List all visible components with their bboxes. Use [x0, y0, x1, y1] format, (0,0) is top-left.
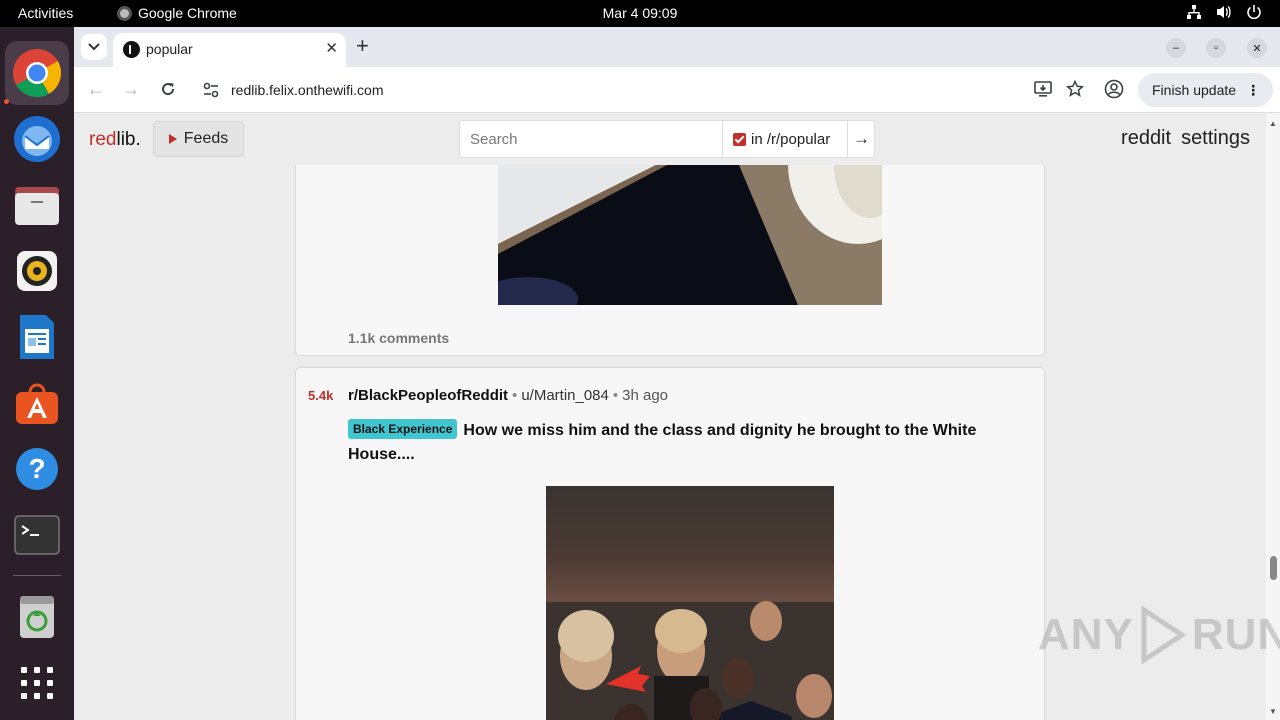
terminal-icon[interactable] — [5, 503, 69, 567]
rhythmbox-icon[interactable] — [5, 239, 69, 303]
logo-red-part: red — [89, 129, 117, 150]
profile-icon[interactable] — [1104, 79, 1124, 99]
thunderbird-icon[interactable] — [5, 107, 69, 171]
help-icon[interactable]: ? — [5, 437, 69, 501]
post-title-row: Black Experience How we miss him and the … — [348, 419, 1018, 467]
search-scope-label: in /r/popular — [751, 130, 831, 148]
tab-strip: popular ✕ + – ▫ ✕ — [74, 27, 1280, 67]
nav-links: reddit settings — [1121, 127, 1250, 150]
speaker-icon — [17, 251, 57, 291]
search-submit-button[interactable]: → — [847, 121, 875, 157]
running-indicator — [4, 99, 9, 104]
play-triangle-icon — [168, 134, 177, 144]
app-name: Google Chrome — [138, 5, 237, 21]
tab-title: popular — [146, 41, 193, 57]
bookmark-star-icon[interactable] — [1066, 80, 1084, 98]
scrollbar-thumb[interactable] — [1270, 556, 1277, 580]
dock: ? — [0, 27, 74, 720]
svg-text:?: ? — [28, 453, 45, 484]
finish-update-label: Finish update — [1152, 82, 1237, 98]
site-info-icon[interactable] — [202, 81, 220, 99]
volume-icon — [1217, 5, 1231, 19]
recycle-bin-icon — [20, 596, 54, 638]
post-card: 5.4k r/BlackPeopleofReddit • u/Martin_084 •… — [295, 367, 1045, 720]
maximize-button[interactable]: ▫ — [1206, 38, 1226, 58]
feeds-label: Feeds — [183, 130, 229, 147]
browser-toolbar: ← → redlib.felix.onthewifi.com Finish up… — [74, 67, 1280, 113]
app-center-icon[interactable] — [5, 371, 69, 435]
power-icon — [1247, 5, 1261, 20]
thunderbird-logo-icon — [14, 116, 60, 162]
post-time: 3h ago — [622, 387, 669, 404]
chrome-logo-icon — [13, 49, 62, 98]
comments-link[interactable]: 1.1k comments — [348, 330, 449, 346]
back-button[interactable]: ← — [84, 77, 108, 101]
minimize-button[interactable]: – — [1166, 38, 1186, 58]
anyrun-watermark: ANY RUN — [1038, 606, 1280, 664]
system-tray[interactable] — [1186, 4, 1262, 20]
app-menu[interactable]: Google Chrome — [117, 5, 237, 21]
watermark-right: RUN — [1191, 610, 1280, 659]
app-grid-icon[interactable] — [5, 651, 69, 715]
forward-button[interactable]: → — [119, 77, 143, 101]
scroll-up-arrow-icon[interactable]: ▲ — [1269, 119, 1277, 128]
system-top-bar: Activities Google Chrome Mar 4 09:09 — [0, 0, 1280, 27]
omnibox-actions — [1034, 80, 1084, 98]
reload-button[interactable] — [156, 77, 180, 101]
feeds-button[interactable]: Feeds — [153, 121, 244, 157]
logo-black-part: lib. — [116, 129, 141, 150]
watermark-left: ANY — [1038, 610, 1134, 659]
question-mark-icon: ? — [16, 448, 58, 490]
network-icon — [1187, 5, 1201, 19]
tab-search-button[interactable] — [81, 34, 107, 60]
subreddit-link[interactable]: r/BlackPeopleofReddit — [348, 387, 508, 404]
close-tab-icon[interactable]: ✕ — [325, 39, 338, 57]
search-input[interactable] — [460, 121, 722, 157]
libreoffice-writer-icon[interactable] — [5, 305, 69, 369]
grid-dots-icon — [21, 667, 53, 699]
post-score: 5.4k — [308, 388, 334, 403]
trash-icon[interactable] — [5, 585, 69, 649]
chrome-icon[interactable] — [5, 41, 69, 105]
folder-icon — [15, 187, 59, 225]
close-window-button[interactable]: ✕ — [1247, 38, 1267, 58]
kebab-menu-icon: ⋮ — [1246, 81, 1260, 98]
activities-button[interactable]: Activities — [18, 5, 73, 21]
files-icon[interactable] — [5, 173, 69, 237]
terminal-window-icon — [14, 515, 60, 555]
reddit-link[interactable]: reddit — [1121, 127, 1171, 150]
meta-separator: • — [512, 387, 518, 404]
redlib-favicon-icon — [123, 41, 140, 58]
dock-separator — [13, 575, 61, 576]
new-tab-button[interactable]: + — [356, 33, 369, 59]
checkbox-checked-icon — [733, 132, 746, 146]
clock[interactable]: Mar 4 09:09 — [603, 5, 678, 21]
chevron-down-icon — [88, 43, 100, 51]
site-navbar: redlib. Feeds in /r/popular → reddit set… — [74, 113, 1266, 165]
search-form: in /r/popular → — [459, 120, 875, 158]
document-icon — [20, 315, 54, 359]
install-app-icon[interactable] — [1034, 80, 1052, 98]
post-video[interactable] — [546, 486, 834, 720]
site-logo[interactable]: redlib. — [89, 129, 141, 151]
chrome-small-icon — [117, 5, 132, 21]
post-flair[interactable]: Black Experience — [348, 419, 458, 439]
play-outline-icon — [1141, 606, 1187, 664]
url-text[interactable]: redlib.felix.onthewifi.com — [231, 82, 384, 98]
arrow-right-icon: → — [853, 129, 870, 148]
settings-link[interactable]: settings — [1181, 127, 1250, 150]
author-link[interactable]: u/Martin_084 — [521, 387, 609, 404]
video-thumbnail — [546, 486, 834, 720]
finish-update-button[interactable]: Finish update ⋮ — [1138, 73, 1274, 107]
meta-separator: • — [612, 387, 619, 404]
scroll-down-arrow-icon[interactable]: ▼ — [1269, 707, 1277, 716]
post-meta: r/BlackPeopleofReddit • u/Martin_084 • 3h ag… — [348, 387, 668, 404]
reload-icon — [162, 83, 175, 96]
address-bar[interactable]: redlib.felix.onthewifi.com — [194, 73, 1084, 107]
shopping-bag-icon — [16, 383, 58, 424]
tab-popular[interactable]: popular ✕ — [113, 33, 346, 67]
restrict-subreddit-checkbox[interactable]: in /r/popular — [722, 121, 847, 157]
